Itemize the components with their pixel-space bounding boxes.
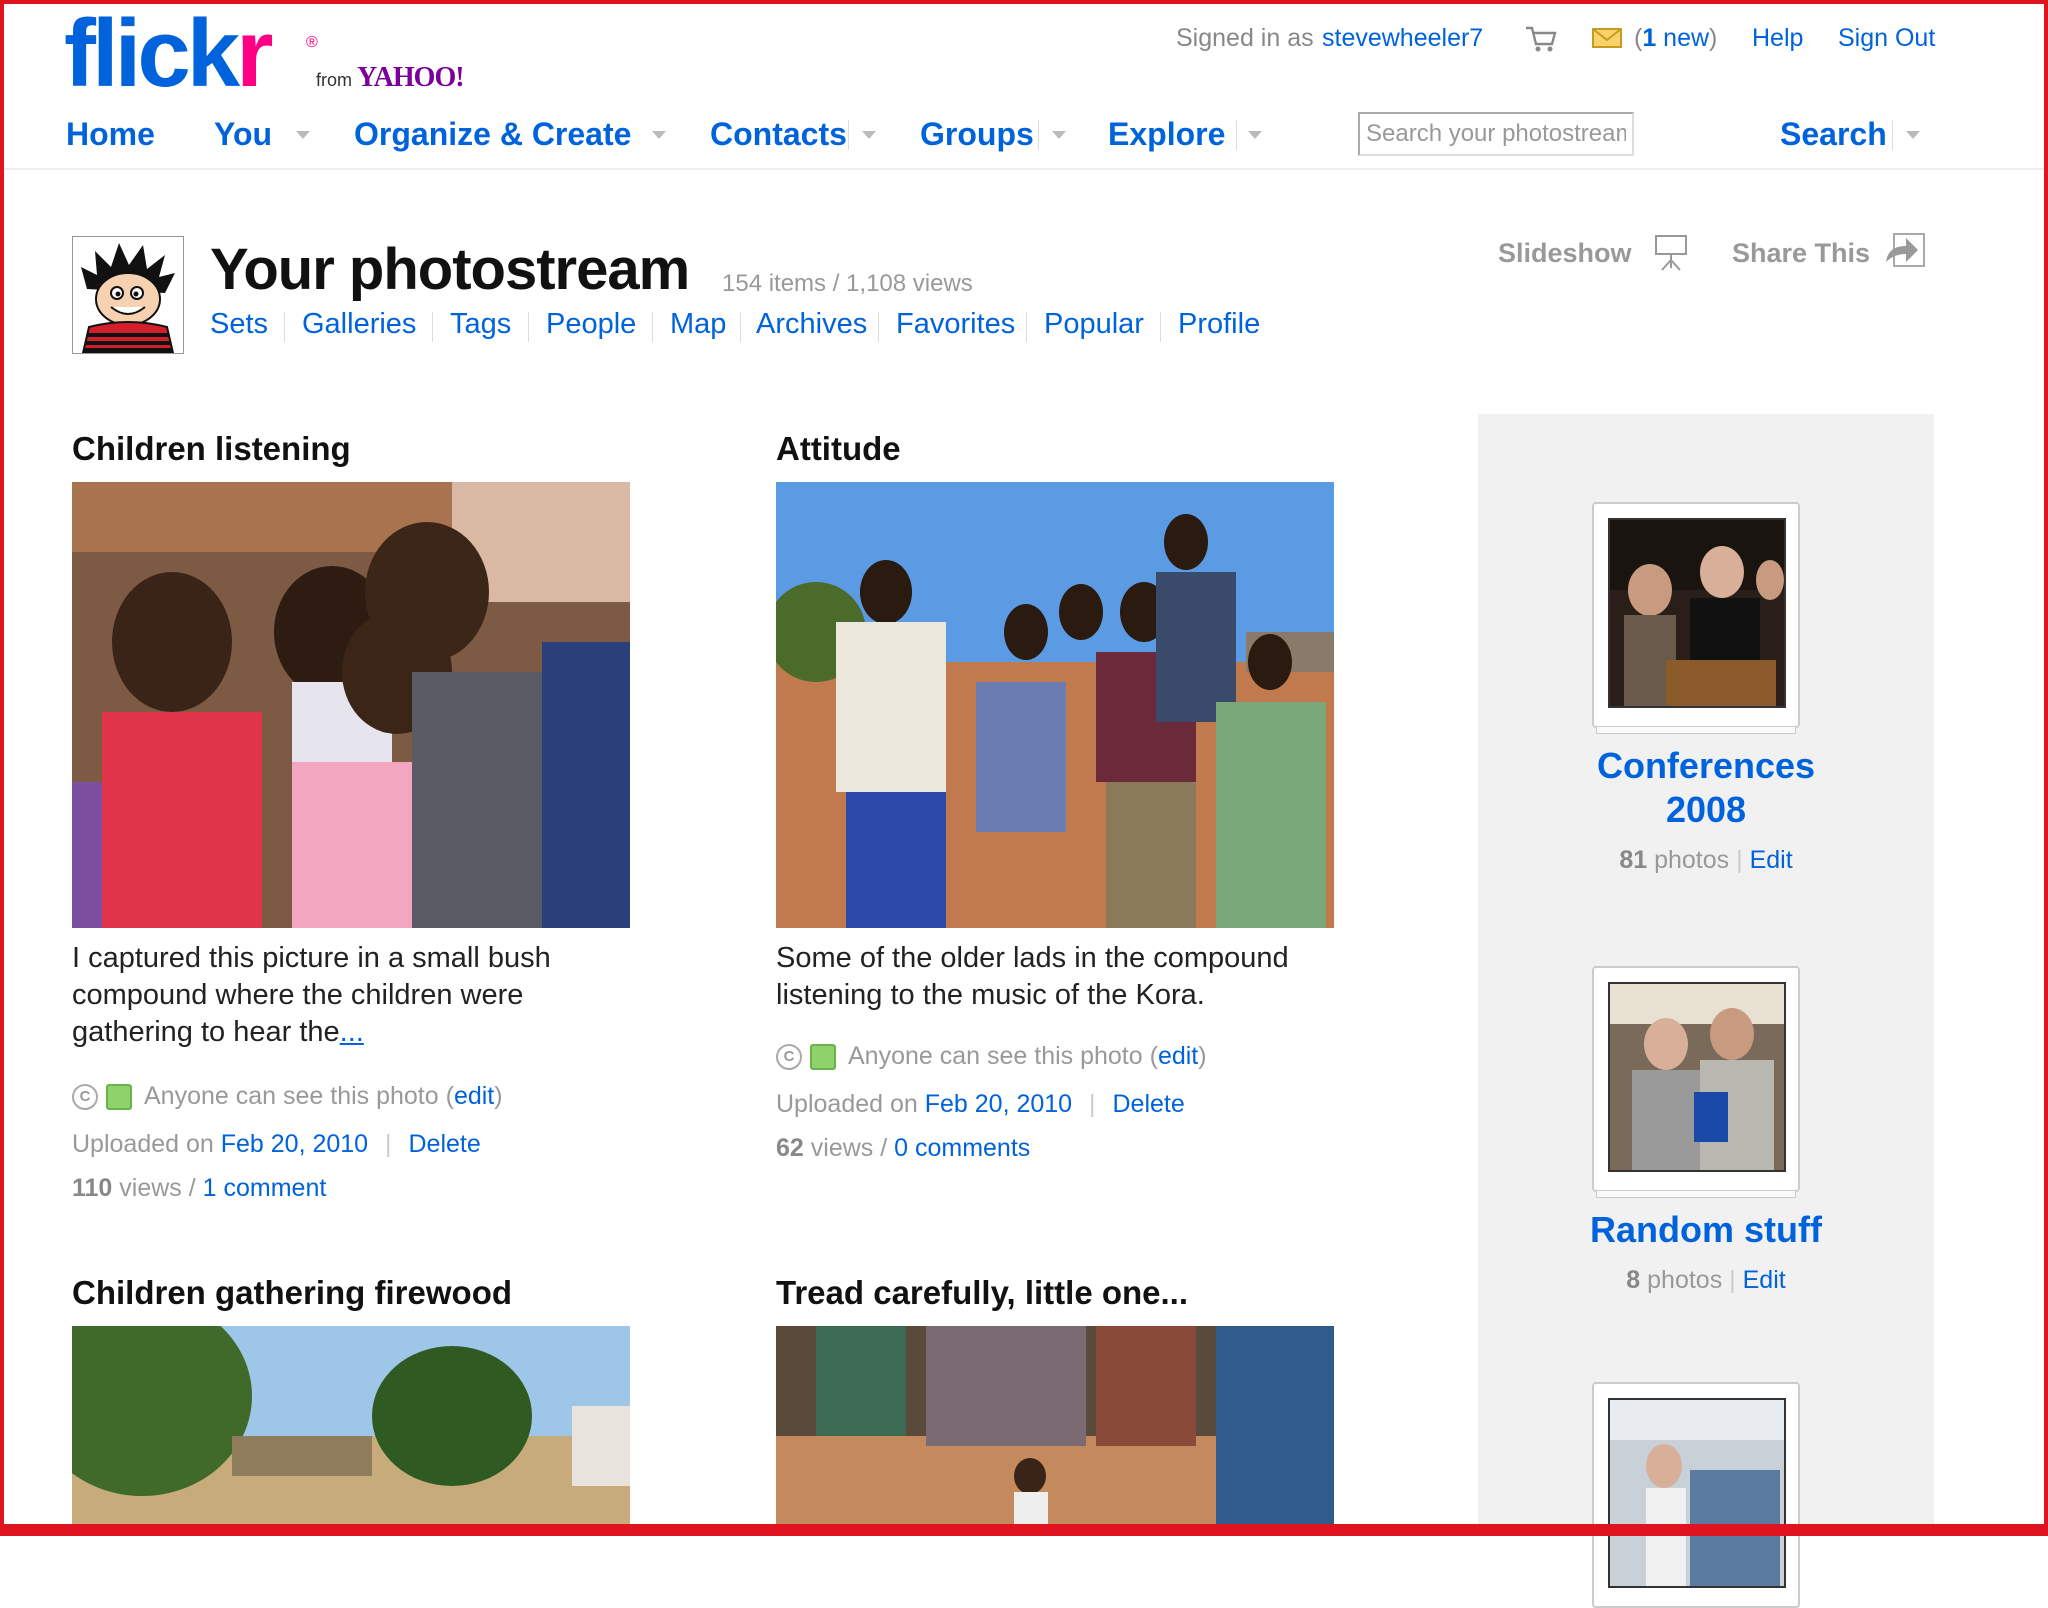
read-more-link[interactable]: ... xyxy=(340,1016,364,1048)
subnav-divider xyxy=(1160,312,1161,342)
mail-icon[interactable] xyxy=(1592,28,1622,48)
photo-description: Some of the older lads in the compound l… xyxy=(776,942,1289,1011)
privacy-icon xyxy=(810,1044,836,1071)
subnav-divider xyxy=(878,312,879,342)
delete-link[interactable]: Delete xyxy=(1112,1090,1184,1118)
set-title-line[interactable]: 2008 xyxy=(1478,788,1934,832)
sets-sidebar: Conferences 2008 81 photos | Edit Random… xyxy=(1478,414,1934,1608)
subnav-tags[interactable]: Tags xyxy=(450,308,511,341)
subnav-people[interactable]: People xyxy=(546,308,636,341)
set-thumbnail[interactable] xyxy=(1592,966,1800,1198)
nav-divider xyxy=(848,120,849,150)
nav-contacts[interactable]: Contacts xyxy=(710,116,847,153)
registered-mark: ® xyxy=(306,34,318,51)
upload-date-link[interactable]: Feb 20, 2010 xyxy=(221,1130,368,1158)
photo-children-listening[interactable] xyxy=(72,482,630,928)
caret-down-icon[interactable] xyxy=(1248,131,1262,139)
set-edit-link[interactable]: Edit xyxy=(1750,846,1793,874)
caret-down-icon[interactable] xyxy=(296,131,310,139)
subnav-divider xyxy=(652,312,653,342)
caret-down-icon[interactable] xyxy=(652,131,666,139)
privacy-edit-link[interactable]: edit xyxy=(454,1082,494,1110)
photo-attitude[interactable] xyxy=(776,482,1334,928)
slideshow-icon[interactable] xyxy=(1654,232,1688,274)
comments-link[interactable]: 0 comments xyxy=(894,1134,1030,1162)
flickr-logo[interactable]: flickr xyxy=(64,4,273,104)
search-button[interactable]: Search xyxy=(1780,116,1887,153)
username-link[interactable]: stevewheeler7 xyxy=(1322,24,1483,53)
mail-count[interactable]: (1 new) xyxy=(1634,24,1717,53)
sign-out-link[interactable]: Sign Out xyxy=(1838,24,1935,53)
privacy-icon xyxy=(106,1084,132,1111)
copyright-icon[interactable]: C xyxy=(72,1084,98,1111)
subnav-divider xyxy=(1026,312,1027,342)
subnav-map[interactable]: Map xyxy=(670,308,726,341)
caret-down-icon[interactable] xyxy=(1906,131,1920,139)
share-button[interactable]: Share This xyxy=(1732,238,1870,269)
caret-down-icon[interactable] xyxy=(1052,131,1066,139)
set-meta: 8 photos | Edit xyxy=(1626,1266,1786,1294)
set-edit-link[interactable]: Edit xyxy=(1743,1266,1786,1294)
subnav-divider xyxy=(740,312,741,342)
privacy-edit-link[interactable]: edit xyxy=(1158,1042,1198,1070)
photo-description: I captured this picture in a small bush … xyxy=(72,942,551,1048)
comments-link[interactable]: 1 comment xyxy=(203,1174,327,1202)
subnav-divider xyxy=(528,312,529,342)
share-icon[interactable] xyxy=(1882,232,1926,270)
privacy-line: C Anyone can see this photo (edit) xyxy=(776,1042,1207,1071)
nav-explore[interactable]: Explore xyxy=(1108,116,1225,153)
signed-in-label: Signed in as xyxy=(1176,24,1314,52)
nav-divider xyxy=(1038,120,1039,150)
upload-line: Uploaded on Feb 20, 2010 | Delete xyxy=(72,1130,481,1158)
nav-organize-create[interactable]: Organize & Create xyxy=(354,116,631,153)
views-line: 62 views / 0 comments xyxy=(776,1134,1031,1162)
photo-tread-carefully[interactable] xyxy=(776,1326,1334,1526)
subnav-divider xyxy=(284,312,285,342)
set-thumbnail[interactable] xyxy=(1592,502,1800,734)
set-title-line[interactable]: Random stuff xyxy=(1478,1208,1934,1252)
upload-line: Uploaded on Feb 20, 2010 | Delete xyxy=(776,1090,1185,1118)
nav-you[interactable]: You xyxy=(214,116,272,153)
views-line: 110 views / 1 comment xyxy=(72,1174,327,1202)
from-yahoo: from YAHOO! xyxy=(316,62,465,93)
page-title: Your photostream xyxy=(210,237,690,302)
cart-icon[interactable] xyxy=(1524,24,1558,54)
photo-title[interactable]: Tread carefully, little one... xyxy=(776,1274,1188,1312)
subnav-archives[interactable]: Archives xyxy=(756,308,867,341)
search-input[interactable] xyxy=(1358,112,1634,156)
delete-link[interactable]: Delete xyxy=(408,1130,480,1158)
subnav-galleries[interactable]: Galleries xyxy=(302,308,416,341)
privacy-line: C Anyone can see this photo (edit) xyxy=(72,1082,503,1111)
copyright-icon[interactable]: C xyxy=(776,1044,802,1071)
photostream-stats: 154 items / 1,108 views xyxy=(722,270,973,297)
photo-children-gathering-firewood[interactable] xyxy=(72,1326,630,1526)
nav-divider xyxy=(1892,120,1893,150)
nav-groups[interactable]: Groups xyxy=(920,116,1034,153)
subnav-popular[interactable]: Popular xyxy=(1044,308,1144,341)
subnav-profile[interactable]: Profile xyxy=(1178,308,1260,341)
upload-date-link[interactable]: Feb 20, 2010 xyxy=(925,1090,1072,1118)
subnav-sets[interactable]: Sets xyxy=(210,308,268,341)
photo-title[interactable]: Children gathering firewood xyxy=(72,1274,512,1312)
set-thumbnail[interactable] xyxy=(1592,1382,1800,1608)
subnav-favorites[interactable]: Favorites xyxy=(896,308,1015,341)
help-link[interactable]: Help xyxy=(1752,24,1803,53)
slideshow-button[interactable]: Slideshow xyxy=(1498,238,1632,269)
header-divider xyxy=(4,168,2044,170)
caret-down-icon[interactable] xyxy=(862,131,876,139)
photo-title[interactable]: Attitude xyxy=(776,430,901,468)
nav-home[interactable]: Home xyxy=(66,116,155,153)
avatar[interactable] xyxy=(72,236,184,354)
subnav-divider xyxy=(432,312,433,342)
set-title-line[interactable]: Conferences xyxy=(1478,744,1934,788)
set-meta: 81 photos | Edit xyxy=(1619,846,1793,874)
nav-divider xyxy=(1236,120,1237,150)
photo-title[interactable]: Children listening xyxy=(72,430,351,468)
